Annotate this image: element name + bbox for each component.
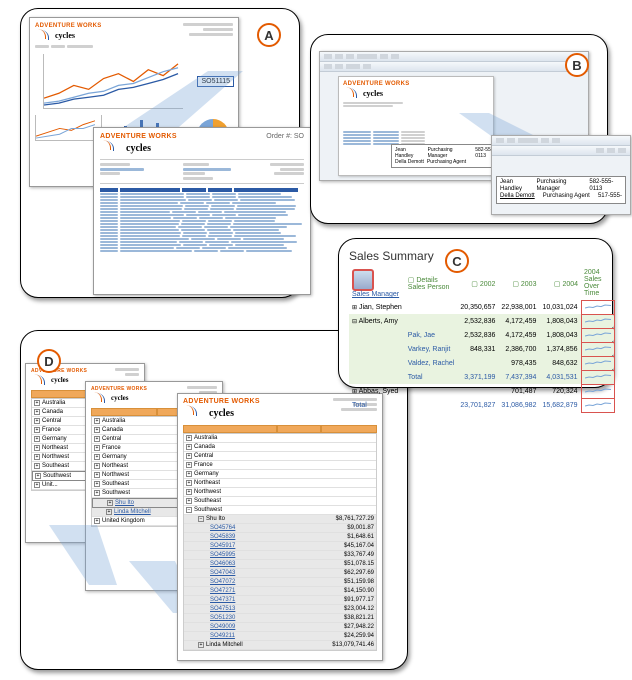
sales-manager-link[interactable]: Sales Manager: [352, 291, 399, 298]
swoosh-icon: [100, 140, 126, 156]
contacts-popup-2[interactable]: Jean HandleyPurchasing Manager582-555-01…: [496, 176, 626, 204]
swoosh-icon: [91, 392, 111, 404]
badge-d: D: [37, 349, 61, 373]
panel-c: C Sales Summary Sales Manager ▢ DetailsS…: [338, 238, 613, 388]
logo: ADVENTURE WORKScycles: [31, 368, 87, 386]
logo: ADVENTURE WORKS cycles: [100, 133, 177, 156]
toolbar[interactable]: [492, 136, 630, 146]
logo: ADVENTURE WORKScycles: [183, 398, 260, 421]
embedded-report: ADVENTURE WORKS cycles Jean HandleyPurch…: [338, 76, 494, 176]
order-lines-grid: [100, 188, 304, 252]
toolbar-2[interactable]: [492, 146, 630, 156]
line-chart: [43, 54, 183, 109]
panel-a: A ADVENTURE WORKS cycles: [20, 8, 300, 298]
swoosh-icon: [31, 374, 51, 386]
order-number-label: Order #: SO: [266, 133, 304, 140]
swoosh-icon: [35, 29, 55, 41]
avatar-icon: [352, 269, 374, 291]
small-line-chart: [35, 115, 95, 141]
logo: ADVENTURE WORKS cycles: [343, 81, 489, 99]
panel-b: B ADVENTURE WORKS cycles Jean HandleyPur…: [310, 34, 608, 224]
sales-summary-table: Sales Manager ▢ DetailsSales Person ▢ 20…: [349, 267, 615, 413]
logo: ADVENTURE WORKS cycles: [35, 23, 102, 41]
badge-c: C: [445, 249, 469, 273]
badge-b: B: [565, 53, 589, 77]
drill-report-3: ADVENTURE WORKScycles +Australia+Canada+…: [177, 393, 383, 661]
so-number-highlight[interactable]: SO51115: [197, 76, 234, 87]
order-report: ADVENTURE WORKS cycles Order #: SO: [93, 127, 311, 295]
swoosh-icon: [183, 405, 209, 421]
swoosh-icon: [343, 87, 363, 99]
app-window-2: Jean HandleyPurchasing Manager582-555-01…: [491, 135, 631, 215]
logo: ADVENTURE WORKScycles: [91, 386, 147, 404]
panel-title: Sales Summary: [349, 249, 602, 263]
toolbar[interactable]: [320, 52, 588, 62]
badge-a: A: [257, 23, 281, 47]
toolbar-2[interactable]: [320, 62, 588, 72]
